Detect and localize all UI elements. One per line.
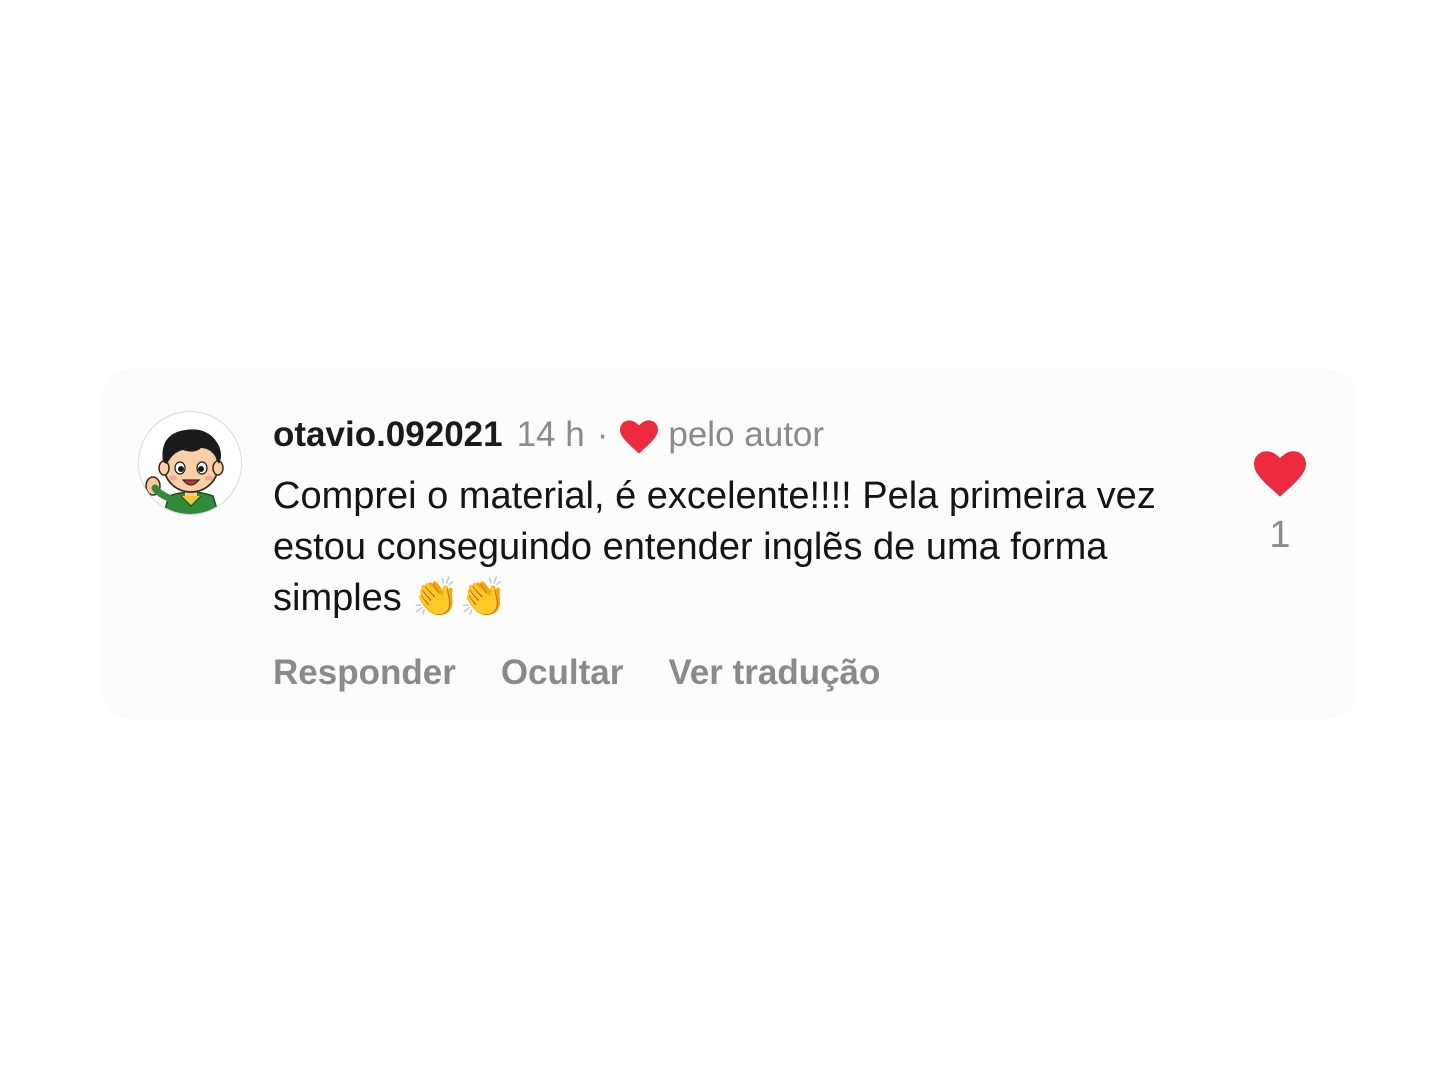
comment-text: Comprei o material, é excelente!!!! Pela… xyxy=(273,475,1156,619)
like-heart-icon[interactable] xyxy=(1254,451,1306,497)
liked-by-author-label: pelo autor xyxy=(668,415,825,454)
translate-button[interactable]: Ver tradução xyxy=(668,651,880,695)
comment-meta: otavio.092021 14 h · pelo autor xyxy=(273,413,1233,457)
comment-time: 14 h xyxy=(516,415,585,454)
comment-content: otavio.092021 14 h · pelo autor Comprei … xyxy=(273,413,1233,695)
separator-dot: · xyxy=(596,415,609,454)
like-count: 1 xyxy=(1269,514,1291,556)
username[interactable]: otavio.092021 xyxy=(273,413,503,457)
comment-actions: Responder Ocultar Ver tradução xyxy=(273,651,1233,695)
like-block: 1 xyxy=(1254,451,1306,557)
avatar[interactable] xyxy=(138,411,242,515)
reply-button[interactable]: Responder xyxy=(273,651,456,695)
comment-card: otavio.092021 14 h · pelo autor Comprei … xyxy=(102,371,1355,717)
hide-button[interactable]: Ocultar xyxy=(501,651,624,695)
cartoon-boy-avatar-icon xyxy=(145,429,224,514)
heart-icon xyxy=(620,420,659,454)
